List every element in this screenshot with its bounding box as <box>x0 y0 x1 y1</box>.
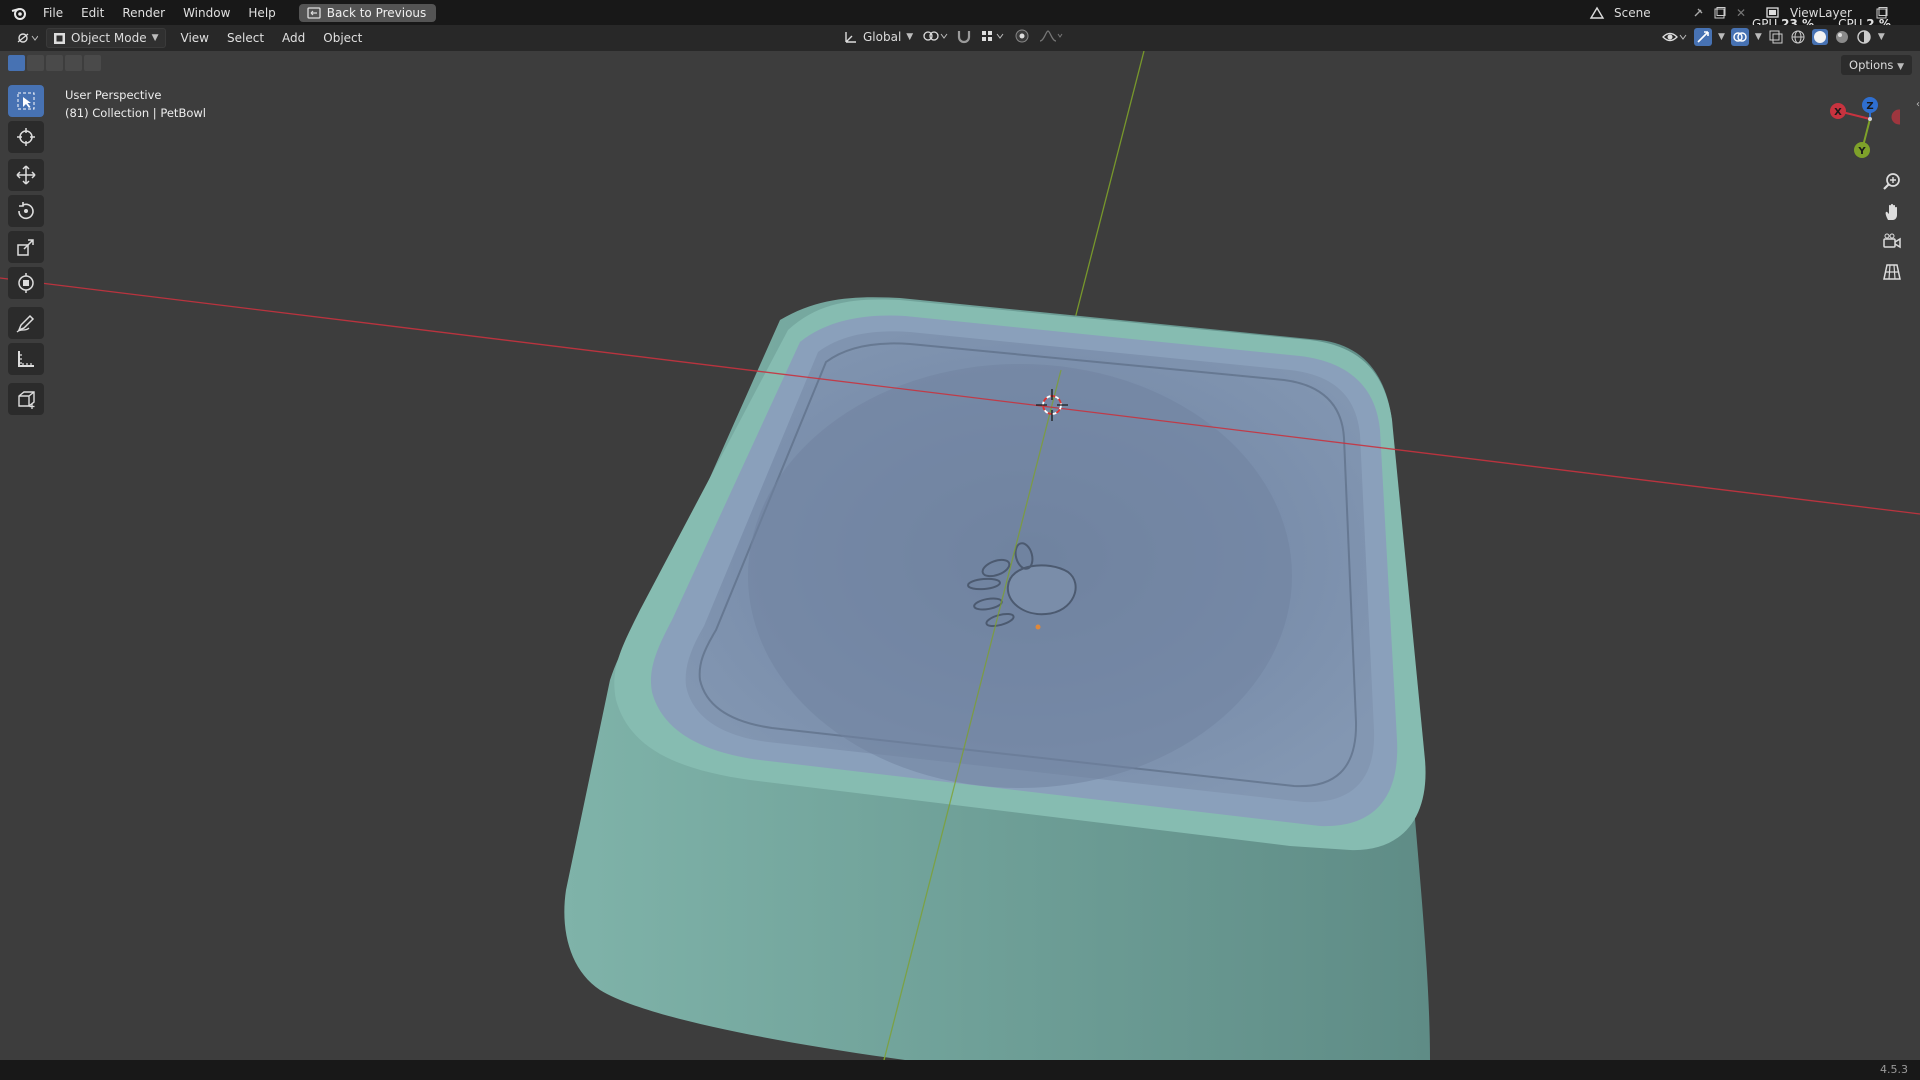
proportional-editing-icon[interactable] <box>1014 28 1030 44</box>
rotate-icon <box>18 202 34 220</box>
options-dropdown[interactable]: Options ▼ <box>1841 55 1912 75</box>
menu-render[interactable]: Render <box>113 3 174 23</box>
viewport-info-overlay: User Perspective (81) Collection | PetBo… <box>65 86 206 122</box>
overlays-toggle-icon[interactable] <box>1730 28 1749 46</box>
viewport-header: Object Mode ▼ View Select Add Object Glo… <box>0 25 1920 51</box>
camera-icon <box>1883 233 1901 249</box>
chevron-down-icon[interactable]: ▼ <box>1755 32 1762 42</box>
select-intersect-mode-button[interactable] <box>84 55 101 71</box>
gizmo-y-axis[interactable]: Y <box>1854 142 1870 158</box>
annotate-pencil-icon <box>16 314 35 333</box>
menu-edit[interactable]: Edit <box>72 3 113 23</box>
gizmo-neg-x[interactable] <box>1891 109 1901 125</box>
tool-shelf <box>8 85 48 419</box>
xray-toggle-icon[interactable] <box>1768 29 1784 45</box>
snap-magnet-icon[interactable] <box>956 28 972 44</box>
header-menu-view[interactable]: View <box>172 28 218 48</box>
object-mode-icon <box>53 32 66 45</box>
status-bar: 4.5.3 <box>0 1060 1920 1080</box>
svg-text:Y: Y <box>1857 146 1866 157</box>
select-box-icon <box>17 92 35 110</box>
pivot-point-icon[interactable] <box>922 28 948 44</box>
top-menubar: File Edit Render Window Help Back to Pre… <box>0 0 1920 31</box>
material-preview-shading-icon[interactable] <box>1834 29 1850 45</box>
zoom-button[interactable] <box>1878 169 1906 195</box>
version-label: 4.5.3 <box>1880 1063 1908 1076</box>
editor-type-icon[interactable] <box>12 31 42 45</box>
screen-back-icon <box>307 6 321 19</box>
view-name: User Perspective <box>65 88 162 102</box>
blender-logo-icon[interactable] <box>10 6 28 20</box>
grid-perspective-icon <box>1883 264 1901 280</box>
measure-ruler-icon <box>18 351 34 367</box>
collection-info: (81) Collection | PetBowl <box>65 106 206 120</box>
select-invert-mode-button[interactable] <box>65 55 82 71</box>
solid-shading-icon[interactable] <box>1811 29 1828 45</box>
falloff-curve-icon[interactable] <box>1038 28 1064 44</box>
back-to-previous-label: Back to Previous <box>326 5 427 20</box>
back-to-previous-button[interactable]: Back to Previous <box>298 3 437 22</box>
menu-file[interactable]: File <box>34 3 72 23</box>
new-scene-icon[interactable] <box>1712 6 1728 19</box>
header-menu-select[interactable]: Select <box>218 28 273 48</box>
delete-scene-icon[interactable]: ✕ <box>1734 6 1748 20</box>
annotate-tool[interactable] <box>8 307 44 339</box>
menu-help[interactable]: Help <box>239 3 284 23</box>
transform-tool[interactable] <box>8 267 44 299</box>
transform-orientation-dropdown[interactable]: Global ▼ <box>838 28 919 46</box>
object-mode-dropdown[interactable]: Object Mode ▼ <box>46 28 166 48</box>
add-cube-icon <box>18 391 35 409</box>
options-label: Options <box>1849 58 1894 72</box>
chevron-down-icon: ▼ <box>151 33 159 43</box>
scene-type-icon[interactable] <box>1586 6 1608 20</box>
select-extend-mode-button[interactable] <box>27 55 44 71</box>
pan-button[interactable] <box>1878 199 1906 225</box>
object-mode-label: Object Mode <box>71 31 147 45</box>
scale-icon <box>17 239 34 256</box>
wireframe-shading-icon[interactable] <box>1790 29 1806 45</box>
select-new-mode-button[interactable] <box>8 55 25 71</box>
zoom-magnifier-icon <box>1883 173 1900 190</box>
chevron-down-icon: ▼ <box>1897 62 1904 72</box>
menu-window[interactable]: Window <box>174 3 239 23</box>
transform-orientation-label: Global <box>863 30 902 44</box>
select-subtract-mode-button[interactable] <box>46 55 63 71</box>
orientation-axes-icon <box>844 30 858 44</box>
select-box-tool[interactable] <box>8 85 44 117</box>
3d-viewport[interactable]: Options ▼ User Perspective (81) Collecti… <box>0 51 1920 1060</box>
cursor-icon <box>17 128 35 146</box>
gizmo-x-axis[interactable]: X <box>1830 103 1846 119</box>
add-cube-tool[interactable] <box>8 383 44 415</box>
object-origin <box>1035 624 1041 630</box>
move-tool[interactable] <box>8 159 44 191</box>
header-menu-add[interactable]: Add <box>273 28 314 48</box>
gizmo-toggle-icon[interactable] <box>1694 28 1712 46</box>
transform-icon <box>18 273 34 293</box>
camera-view-button[interactable] <box>1878 229 1906 255</box>
svg-text:X: X <box>1834 107 1842 118</box>
scale-tool[interactable] <box>8 231 44 263</box>
rotate-tool[interactable] <box>8 195 44 227</box>
pin-icon[interactable] <box>1690 7 1706 19</box>
cursor-tool[interactable] <box>8 121 44 153</box>
chevron-down-icon[interactable]: ▼ <box>1718 32 1725 42</box>
svg-text:Z: Z <box>1866 101 1873 112</box>
selection-mode-buttons <box>8 55 101 71</box>
pan-hand-icon <box>1885 203 1897 220</box>
measure-tool[interactable] <box>8 343 44 375</box>
header-menu-object[interactable]: Object <box>314 28 371 48</box>
sidebar-toggle-arrow-icon[interactable]: ‹ <box>1916 99 1920 110</box>
navigation-gizmo[interactable]: X Z Y <box>1820 91 1900 161</box>
snap-increment-icon[interactable] <box>980 28 1006 44</box>
visibility-eye-icon[interactable] <box>1662 29 1688 45</box>
ortho-toggle-button[interactable] <box>1878 259 1906 285</box>
rendered-shading-icon[interactable] <box>1856 29 1872 45</box>
viewport-scene <box>0 51 1920 1060</box>
chevron-down-icon: ▼ <box>906 32 914 42</box>
chevron-down-icon[interactable]: ▼ <box>1878 32 1885 42</box>
gizmo-z-axis[interactable]: Z <box>1862 97 1878 113</box>
scene-name-field[interactable]: Scene <box>1614 6 1684 20</box>
move-arrows-icon <box>16 165 36 185</box>
